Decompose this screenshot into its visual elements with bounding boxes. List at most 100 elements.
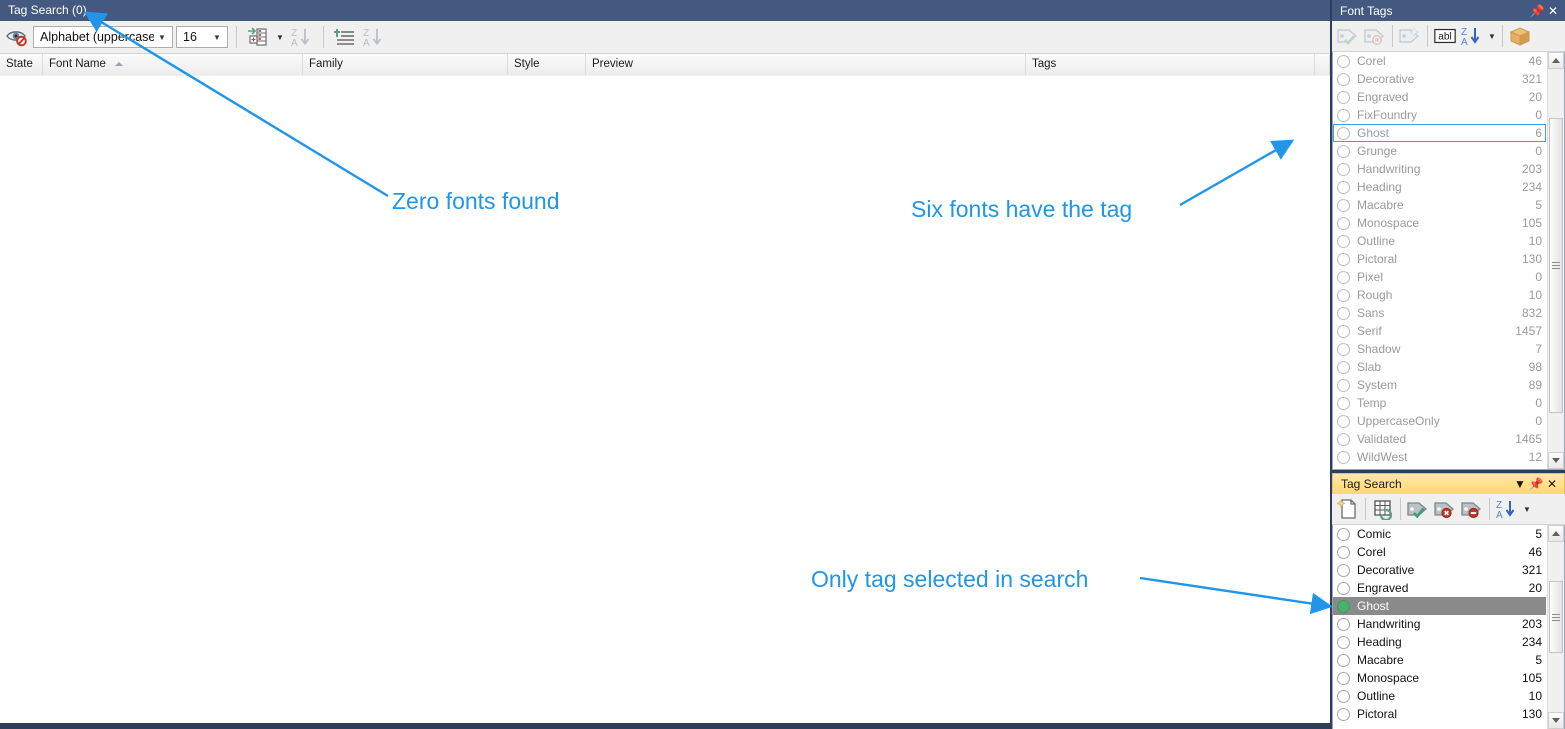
column-header-family[interactable]: Family	[303, 54, 508, 75]
column-header-preview[interactable]: Preview	[586, 54, 1026, 75]
sort-az-icon[interactable]: Z A	[1459, 23, 1485, 49]
tag-row[interactable]: Outline 10	[1333, 687, 1546, 705]
tag-marker-icon[interactable]	[1337, 378, 1350, 392]
tag-row[interactable]: Corel 46	[1333, 543, 1546, 561]
alphabet-combo[interactable]: Alphabet (uppercase) ▼	[33, 26, 173, 48]
close-icon[interactable]: ✕	[1544, 476, 1560, 492]
scroll-up-icon[interactable]	[1548, 52, 1564, 69]
tag-marker-icon[interactable]	[1337, 306, 1350, 320]
tag-marker-icon[interactable]	[1337, 653, 1350, 667]
tag-marker-icon[interactable]	[1337, 617, 1350, 631]
scroll-down-icon[interactable]	[1548, 712, 1564, 729]
tag-row[interactable]: Monospace 105	[1333, 214, 1546, 232]
tag-marker-icon[interactable]	[1337, 252, 1350, 266]
size-combo[interactable]: 16 ▼	[176, 26, 228, 48]
tag-row[interactable]: Handwriting 203	[1333, 615, 1546, 633]
tag-row[interactable]: Handwriting 203	[1333, 160, 1546, 178]
tag-row[interactable]: Ghost 6	[1333, 124, 1546, 142]
tag-marker-icon[interactable]	[1337, 414, 1350, 428]
tag-search-list[interactable]: Comic 5 Corel 46 Decorative 321 Engraved 20 Ghos…	[1332, 525, 1565, 729]
pin-icon[interactable]: 📌	[1528, 476, 1544, 492]
tag-marker-filled-icon[interactable]	[1337, 599, 1350, 613]
tag-marker-icon[interactable]	[1337, 126, 1350, 140]
tag-row[interactable]: Ghost	[1333, 597, 1546, 615]
package-box-icon[interactable]	[1507, 23, 1533, 49]
tag-row[interactable]: Validated 1465	[1333, 430, 1546, 448]
tag-marker-icon[interactable]	[1337, 72, 1350, 86]
tag-row[interactable]: Sans 832	[1333, 304, 1546, 322]
tag-marker-icon[interactable]	[1337, 54, 1350, 68]
sort-dropdown-icon[interactable]: ▼	[1486, 32, 1498, 41]
sort-az-icon[interactable]: Z A	[1494, 496, 1520, 522]
tag-marker-icon[interactable]	[1337, 288, 1350, 302]
tag-marker-icon[interactable]	[1337, 707, 1350, 721]
tag-row[interactable]: Comic 5	[1333, 525, 1546, 543]
tag-marker-icon[interactable]	[1337, 563, 1350, 577]
tag-marker-icon[interactable]	[1337, 108, 1350, 122]
tag-marker-icon[interactable]	[1337, 432, 1350, 446]
apply-tag-icon[interactable]	[1335, 23, 1361, 49]
close-icon[interactable]: ✕	[1545, 3, 1561, 19]
tag-row[interactable]: Corel 46	[1333, 52, 1546, 70]
sort-za-descending-icon[interactable]: Z A	[289, 24, 315, 50]
new-search-icon[interactable]	[1335, 496, 1361, 522]
tag-row[interactable]: Rough 10	[1333, 286, 1546, 304]
tag-row[interactable]: Decorative 321	[1333, 70, 1546, 88]
chevron-down-icon[interactable]: ▼	[209, 33, 225, 42]
tag-row[interactable]: Slab 98	[1333, 358, 1546, 376]
tag-row[interactable]: Heading 234	[1333, 633, 1546, 651]
tag-marker-icon[interactable]	[1337, 689, 1350, 703]
tag-marker-icon[interactable]	[1337, 527, 1350, 541]
column-header-tags[interactable]: Tags	[1026, 54, 1315, 75]
tag-marker-icon[interactable]	[1337, 198, 1350, 212]
scrollbar-thumb[interactable]	[1549, 581, 1563, 653]
tag-row[interactable]: Shadow 7	[1333, 340, 1546, 358]
tag-row[interactable]: System 89	[1333, 376, 1546, 394]
tag-row[interactable]: Engraved 20	[1333, 579, 1546, 597]
font-tags-list[interactable]: Corel 46 Decorative 321 Engraved 20 FixFoundry…	[1332, 52, 1565, 470]
tag-row[interactable]: Macabre 5	[1333, 196, 1546, 214]
tag-marker-icon[interactable]	[1337, 450, 1350, 464]
block-tag-icon[interactable]	[1459, 496, 1485, 522]
tag-row[interactable]: Decorative 321	[1333, 561, 1546, 579]
exclude-tag-icon[interactable]	[1432, 496, 1458, 522]
eye-disabled-icon[interactable]	[4, 24, 30, 50]
tag-row[interactable]: Outline 10	[1333, 232, 1546, 250]
chevron-down-icon[interactable]: ▼	[154, 33, 170, 42]
rename-tag-icon[interactable]: abl	[1432, 23, 1458, 49]
tag-row[interactable]: Temp 0	[1333, 394, 1546, 412]
add-to-collection-icon[interactable]	[245, 24, 271, 50]
font-tags-scrollbar[interactable]	[1547, 52, 1564, 469]
tag-row[interactable]: Pictoral 130	[1333, 705, 1546, 723]
tag-row[interactable]: FixFoundry 0	[1333, 106, 1546, 124]
tag-marker-icon[interactable]	[1337, 342, 1350, 356]
tag-row[interactable]: Monospace 105	[1333, 669, 1546, 687]
scrollbar-thumb[interactable]	[1549, 118, 1563, 413]
remove-tag-icon[interactable]	[1362, 23, 1388, 49]
tag-row[interactable]: Serif 1457	[1333, 322, 1546, 340]
tag-row[interactable]: WildWest 12	[1333, 448, 1546, 466]
tag-marker-icon[interactable]	[1337, 234, 1350, 248]
sort-dropdown-icon[interactable]: ▼	[1521, 505, 1533, 514]
tag-marker-icon[interactable]	[1337, 581, 1350, 595]
new-tag-icon[interactable]	[1397, 23, 1423, 49]
tag-row[interactable]: UppercaseOnly 0	[1333, 412, 1546, 430]
column-header-font-name[interactable]: Font Name	[43, 54, 303, 75]
tag-marker-icon[interactable]	[1337, 324, 1350, 338]
tag-row[interactable]: Pixel 0	[1333, 268, 1546, 286]
chevron-down-icon[interactable]: ▼	[1512, 476, 1528, 492]
tag-marker-icon[interactable]	[1337, 396, 1350, 410]
tag-row[interactable]: Macabre 5	[1333, 651, 1546, 669]
tag-row[interactable]: Engraved 20	[1333, 88, 1546, 106]
tag-marker-icon[interactable]	[1337, 671, 1350, 685]
tag-search-scrollbar[interactable]	[1547, 525, 1564, 729]
scroll-down-icon[interactable]	[1548, 452, 1564, 469]
column-header-state[interactable]: State	[0, 54, 43, 75]
tag-row[interactable]: Grunge 0	[1333, 142, 1546, 160]
tag-marker-icon[interactable]	[1337, 216, 1350, 230]
tag-row[interactable]: Pictoral 130	[1333, 250, 1546, 268]
font-list-empty-body[interactable]	[0, 76, 1330, 723]
chevron-down-icon[interactable]: ▼	[274, 33, 286, 42]
tag-marker-icon[interactable]	[1337, 635, 1350, 649]
tag-marker-icon[interactable]	[1337, 144, 1350, 158]
